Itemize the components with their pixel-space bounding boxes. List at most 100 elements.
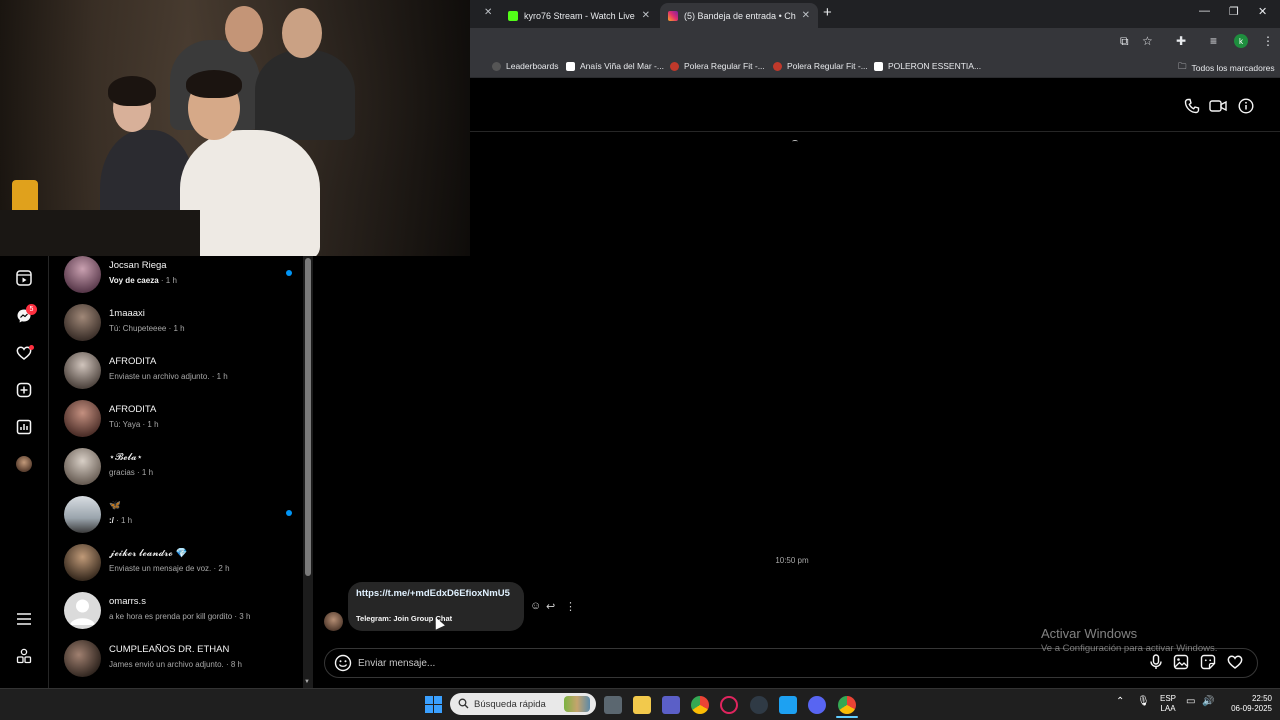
like-heart-icon[interactable] [1226,653,1244,671]
video-call-icon[interactable] [1209,97,1227,115]
tab-title: (5) Bandeja de entrada • Chats [684,10,796,21]
windows-start-icon[interactable] [425,696,442,713]
chat-name: Jocsan Riega [109,260,167,271]
meta-apps-icon[interactable] [14,646,34,666]
chat-list-item[interactable]: 🦋 :/ · 1 h [49,496,303,544]
chrome-icon[interactable] [691,696,709,714]
more-options-icon[interactable]: ⋮ [565,600,576,613]
app-icon[interactable] [779,696,797,714]
reels-icon[interactable] [14,268,34,288]
chat-name: AFRODITA [109,356,157,367]
tray-mic-icon[interactable]: 🎙 [1137,697,1150,707]
menu-hamburger-icon[interactable] [14,609,34,629]
chat-name: AFRODITA [109,404,157,415]
messages-badge: 5 [26,304,37,315]
all-bookmarks-folder[interactable]: 🗀 Todos los marcadores [1178,61,1275,75]
chat-preview: Tú: Yaya · 1 h [109,420,159,429]
active-app-indicator [836,716,858,718]
bookmark-item[interactable]: Polera Regular Fit -... [773,61,868,71]
chat-list-item[interactable]: CUMPLEAÑOS DR. ETHAN James envió un arch… [49,640,303,688]
message-link[interactable]: https://t.me/+mdEdxD6EfioxNmU5 [356,588,516,599]
emoji-picker-icon[interactable] [334,654,352,672]
dashboard-icon[interactable] [14,417,34,437]
opera-icon[interactable] [720,696,738,714]
bookmark-favicon-icon [874,61,883,71]
chat-list-item[interactable]: omarrs.s a ke hora es prenda por kill go… [49,592,303,640]
taskbar-search[interactable]: Búsqueda rápida [450,693,596,715]
search-highlight-icon [564,696,590,712]
tab-close-icon[interactable]: ✕ [642,10,650,21]
bookmark-favicon-icon [670,61,679,71]
file-explorer-icon[interactable] [633,696,651,714]
chat-preview: Tú: Chupeteeee · 1 h [109,324,185,333]
chat-name: omarrs.s [109,596,146,607]
discord-icon[interactable] [808,696,826,714]
chat-preview: Enviaste un archivo adjunto. · 1 h [109,372,228,381]
close-window-icon[interactable]: ✕ [1258,5,1267,18]
instagram-favicon-icon [668,10,678,21]
chrome-active-icon[interactable] [838,696,856,714]
chat-avatar [64,400,101,437]
loading-spinner-icon [792,140,798,143]
audio-call-icon[interactable] [1183,97,1201,115]
default-avatar-icon [70,599,95,625]
profile-avatar[interactable] [16,456,32,472]
message-input[interactable] [358,654,1058,672]
chat-avatar [64,544,101,581]
react-emoji-icon[interactable]: ☺ [530,600,541,612]
teams-icon[interactable] [662,696,680,714]
restore-icon[interactable]: ❐ [1229,5,1239,18]
input-language[interactable]: ESP LAA [1158,694,1178,714]
chat-list-item[interactable]: AFRODITA Enviaste un archivo adjunto. · … [49,352,303,400]
volume-icon[interactable]: 🔊 [1202,697,1214,707]
notification-dot [29,345,34,350]
chat-list-item[interactable]: Jocsan Riega Voy de caeza · 1 h [49,256,303,304]
tray-overflow-icon[interactable]: ⌃ [1116,697,1124,707]
minimize-icon[interactable]: — [1199,5,1210,17]
webcam-person-white-shirt [180,130,320,256]
microphone-icon[interactable] [1147,653,1165,671]
reply-icon[interactable]: ↩ [546,600,555,613]
webcam-person-hair [186,70,242,98]
bookmark-item[interactable]: Anaís Viña del Mar -... [566,61,664,71]
media-controls-icon[interactable]: ≡ [1210,34,1217,48]
network-icon[interactable]: ▭ [1186,697,1195,707]
scroll-down-arrow-icon[interactable]: ▼ [304,679,310,685]
extensions-icon[interactable]: ✚ [1176,34,1186,48]
tab-close-icon[interactable]: ✕ [484,7,492,18]
browser-menu-icon[interactable]: ⋮ [1262,34,1274,48]
sender-avatar[interactable] [324,612,343,631]
chat-list: Jocsan Riega Voy de caeza · 1 h 1maaaxi … [49,256,303,688]
create-icon[interactable] [14,380,34,400]
task-view-icon[interactable] [604,696,622,714]
taskbar-clock[interactable]: 22:50 06-09-2025 [1222,694,1272,714]
bookmark-star-icon[interactable]: ☆ [1142,34,1153,48]
tab-close-icon[interactable]: ✕ [802,10,810,21]
chat-list-item[interactable]: ⋆𝓑𝓮𝓵𝓪⋆ gracias · 1 h [49,448,303,496]
chat-list-item[interactable]: 1maaaxi Tú: Chupeteeee · 1 h [49,304,303,352]
chat-list-item[interactable]: AFRODITA Tú: Yaya · 1 h [49,400,303,448]
bookmark-item[interactable]: POLERON ESSENTIA... [874,61,981,71]
chat-preview: gracias · 1 h [109,468,154,477]
chat-name: ⋆𝓑𝓮𝓵𝓪⋆ [109,452,143,463]
bookmark-favicon-icon [566,61,575,71]
bookmark-item[interactable]: Polera Regular Fit -... [670,61,765,71]
webcam-overlay [0,0,470,256]
install-app-icon[interactable]: ⧉ [1120,34,1129,49]
bookmark-item[interactable]: Leaderboards [492,61,558,71]
app-icon[interactable] [750,696,768,714]
chat-avatar [64,496,101,533]
new-tab-icon[interactable]: + [823,4,832,21]
sticker-icon[interactable] [1199,653,1217,671]
chat-preview: James envió un archivo adjunto. · 8 h [109,660,242,669]
tab-kick-stream[interactable]: kyro76 Stream - Watch Live on Kick ✕ [500,3,658,28]
unread-dot [286,270,292,276]
chat-list-item[interactable]: 𝓳𝓮𝓲𝓴𝓮𝓻 𝓵𝓮𝓪𝓷𝓭𝓻𝓸 💎 Enviaste un mensaje de … [49,544,303,592]
conversation-info-icon[interactable] [1237,97,1255,115]
profile-avatar[interactable]: k [1234,34,1248,48]
tab-instagram-inbox[interactable]: (5) Bandeja de entrada • Chats ✕ [660,3,818,28]
scrollbar-thumb[interactable] [305,258,311,576]
photo-upload-icon[interactable] [1172,653,1190,671]
activate-windows-subtitle: Ve a Configuración para activar Windows. [1041,643,1218,654]
chat-preview: Voy de caeza · 1 h [109,276,177,285]
